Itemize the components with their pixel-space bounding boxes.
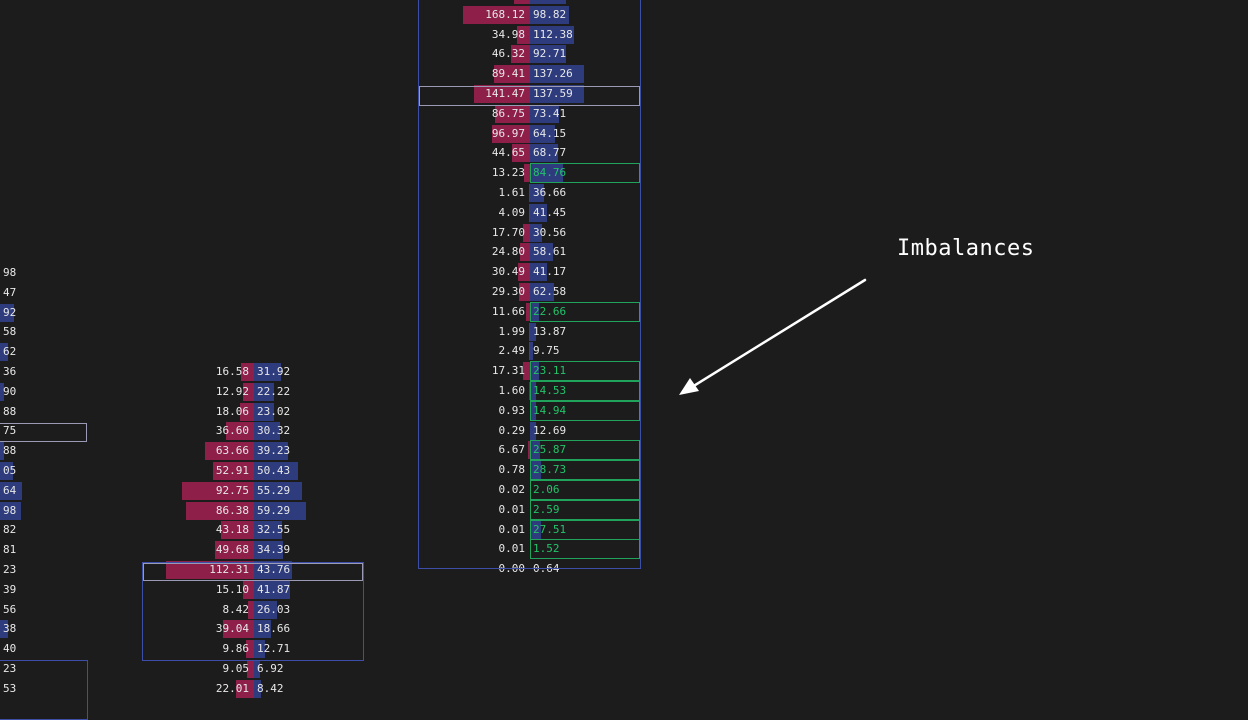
annotation-arrow-icon [679,278,867,395]
